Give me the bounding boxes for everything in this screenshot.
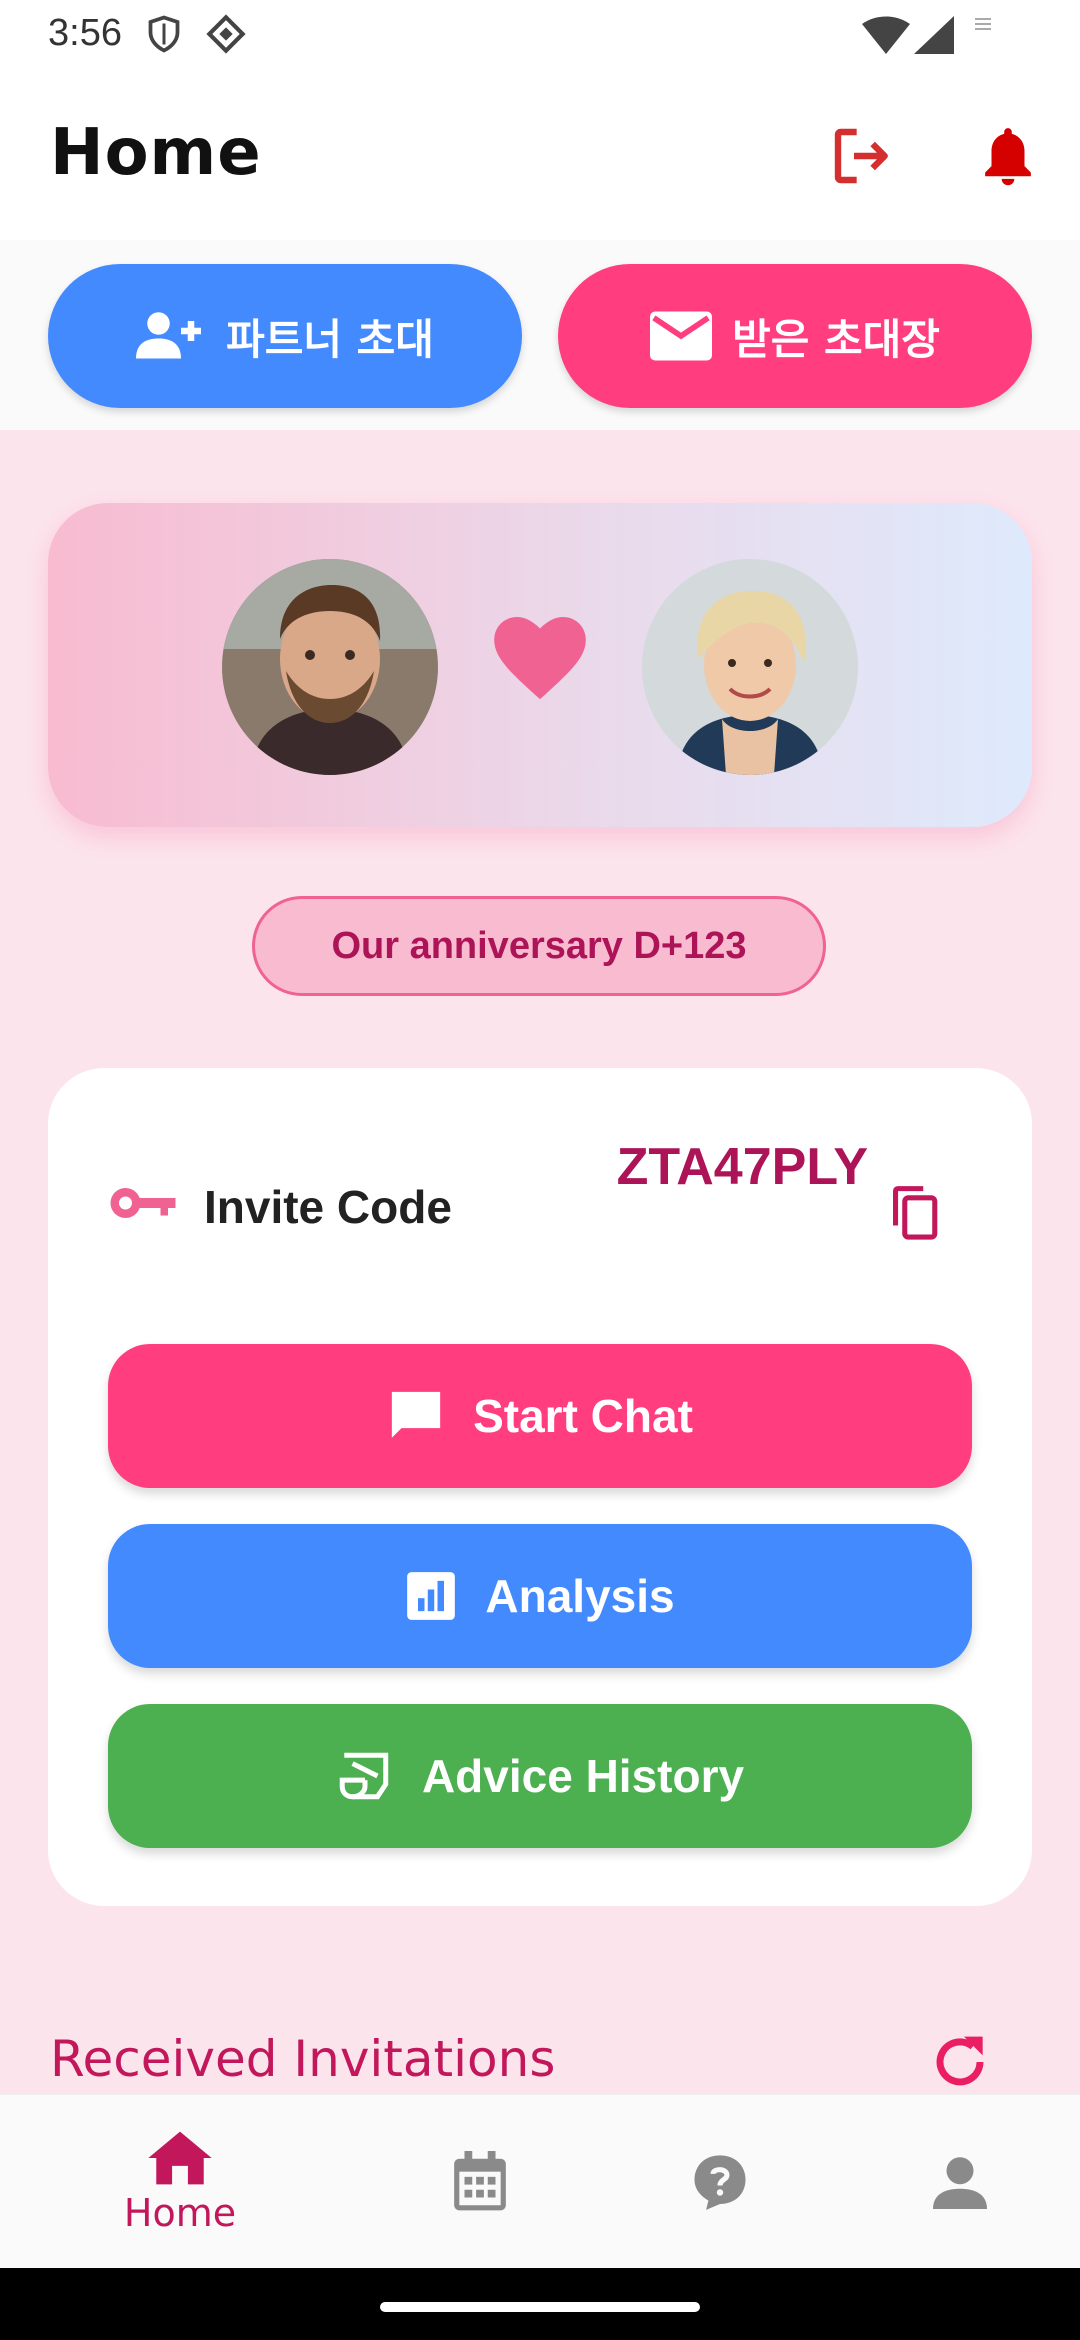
app-bar: Home [0, 70, 1080, 240]
help-bubble-icon [694, 2155, 746, 2210]
nav-item-help[interactable] [585, 2095, 855, 2269]
battery-icon [974, 16, 992, 41]
partner-avatar-female [642, 559, 858, 775]
page-title: Home [50, 116, 262, 190]
logout-button[interactable] [826, 120, 898, 192]
couple-card [48, 503, 1032, 827]
refresh-icon [936, 2036, 984, 2086]
copy-code-button[interactable] [868, 1168, 960, 1260]
analytics-icon [407, 1572, 456, 1620]
bell-icon [985, 128, 1031, 186]
signal-icon [914, 16, 954, 59]
nav-item-calendar[interactable] [345, 2095, 615, 2269]
home-icon [148, 2131, 212, 2185]
wifi-icon [862, 16, 910, 59]
anniversary-badge: Our anniversary D+123 [252, 896, 826, 996]
refresh-button[interactable] [928, 2030, 992, 2094]
chat-icon [391, 1391, 441, 1438]
shield-icon [146, 14, 182, 59]
logout-icon [834, 128, 888, 184]
notification-button[interactable] [972, 120, 1044, 192]
invite-partner-button[interactable]: 파트너 초대 [48, 264, 522, 408]
status-bar: 3:56 [0, 0, 1080, 70]
analysis-button[interactable]: Analysis [108, 1524, 972, 1668]
history-edu-icon [339, 1752, 389, 1800]
top-actions: 파트너 초대 받은 초대장 [0, 240, 1080, 430]
invite-card: Invite Code ZTA47PLY Start Chat Analysis [48, 1068, 1032, 1906]
invite-partner-label: 파트너 초대 [226, 314, 434, 364]
advice-history-button[interactable]: Advice History [108, 1704, 972, 1848]
mail-icon [650, 311, 713, 361]
start-chat-button[interactable]: Start Chat [108, 1344, 972, 1488]
invite-code-label: Invite Code [204, 1181, 452, 1233]
nav-item-home[interactable]: Home [45, 2095, 315, 2269]
invite-code-value: ZTA47PLY [616, 1138, 868, 1196]
status-time: 3:56 [48, 12, 122, 54]
advice-history-label: Advice History [421, 1750, 745, 1802]
heart-icon [494, 617, 586, 706]
received-invitations-title: Received Invitations [50, 2030, 556, 2088]
nav-item-profile[interactable] [825, 2095, 1080, 2269]
nav-label-home: Home [123, 2191, 237, 2235]
copy-icon [893, 1186, 938, 1240]
home-indicator[interactable] [380, 2302, 700, 2312]
partner-avatar-male [222, 559, 438, 775]
person-add-icon [136, 312, 202, 359]
person-icon [933, 2157, 987, 2209]
calendar-icon [454, 2151, 506, 2211]
diamond-icon [206, 14, 246, 59]
start-chat-label: Start Chat [473, 1390, 693, 1442]
system-navigation-bar [0, 2268, 1080, 2340]
received-invites-button[interactable]: 받은 초대장 [558, 264, 1032, 408]
received-invites-label: 받은 초대장 [732, 314, 940, 364]
analysis-label: Analysis [485, 1570, 675, 1622]
key-icon [110, 1188, 176, 1218]
invite-code-row: Invite Code ZTA47PLY [48, 1068, 1032, 1328]
bottom-navigation: Home [0, 2094, 1080, 2269]
